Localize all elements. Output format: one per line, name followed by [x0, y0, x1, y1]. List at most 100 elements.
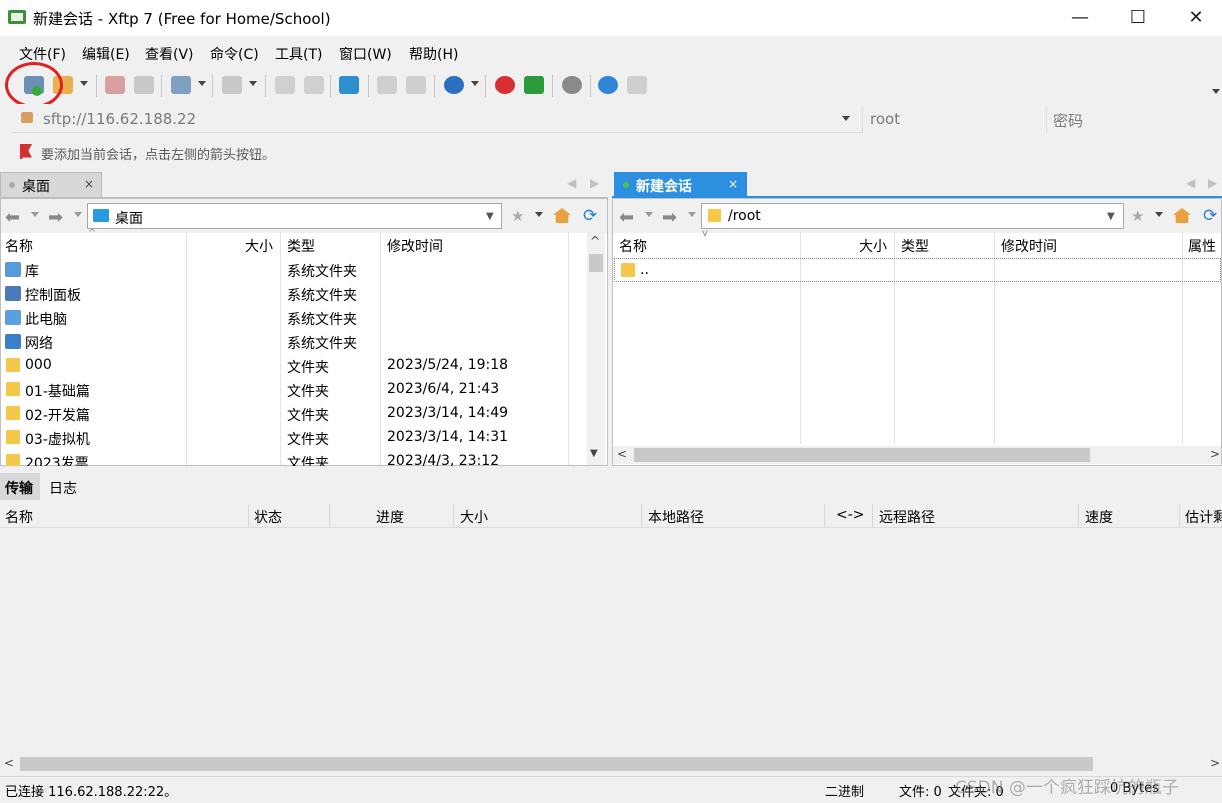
remote-refresh-icon[interactable]: ⟳	[1203, 206, 1217, 226]
transfer-header	[0, 502, 1222, 528]
host-dropdown-icon[interactable]	[842, 116, 850, 121]
help-icon[interactable]	[598, 76, 618, 94]
maximize-button[interactable]: ☐	[1108, 0, 1168, 36]
row-modified: 2023/4/3, 23:12	[387, 453, 500, 466]
remote-back-dropdown-icon[interactable]	[645, 212, 653, 217]
column-divider	[641, 504, 642, 528]
row-name: 网络	[25, 336, 53, 352]
connection-status: 已连接 116.62.188.22:22。	[5, 785, 178, 800]
transfer-col-speed[interactable]: 速度	[1085, 507, 1113, 527]
remote-path-input[interactable]	[701, 203, 1124, 229]
tab-scroll-left-icon[interactable]: ◀	[1186, 176, 1195, 190]
column-divider	[824, 504, 825, 528]
password-placeholder[interactable]: 密码	[1053, 110, 1083, 131]
folder-icon	[6, 430, 20, 444]
scroll-left-icon[interactable]: <	[617, 447, 627, 461]
row-type: 系统文件夹	[287, 312, 357, 328]
tab-new-session-close-icon[interactable]: ×	[728, 177, 738, 191]
row-name: 此电脑	[25, 312, 67, 328]
remote-col-size[interactable]: 大小	[859, 236, 887, 256]
remote-scroll-thumb[interactable]	[634, 448, 1090, 462]
row-type: 系统文件夹	[287, 336, 357, 352]
system-folder-icon	[5, 262, 21, 277]
table-row[interactable]: ..	[614, 258, 1221, 282]
row-modified: 2023/6/4, 21:43	[387, 381, 500, 397]
remote-col-name[interactable]: 名称	[619, 236, 647, 256]
transfer-col-name[interactable]: 名称	[5, 507, 33, 527]
tab-log-label[interactable]: 日志	[49, 478, 77, 498]
row-name: ..	[640, 262, 649, 278]
transfer-col-remote-path[interactable]: 远程路径	[879, 507, 935, 527]
transfer-mode[interactable]: 二进制	[825, 781, 864, 800]
folder-icon	[6, 406, 20, 420]
scroll-up-icon[interactable]: ^	[590, 234, 600, 248]
table-row[interactable]: 控制面板 系统文件夹	[1, 282, 586, 306]
column-divider	[1179, 504, 1180, 528]
folder-icon	[6, 358, 20, 372]
row-type: 文件夹	[287, 360, 329, 376]
tab-transfer-label[interactable]: 传输	[5, 478, 33, 498]
toolbar-separator	[590, 75, 591, 97]
transfer-col-progress[interactable]: 进度	[376, 507, 404, 527]
remote-path-dropdown-icon[interactable]: ▼	[1107, 211, 1115, 222]
close-window-button[interactable]: ✕	[1166, 0, 1222, 36]
system-folder-icon	[5, 310, 21, 325]
transfer-tabs	[0, 472, 1222, 500]
table-row[interactable]: 02-开发篇 文件夹 2023/3/14, 14:49	[1, 402, 586, 426]
folder-icon	[6, 382, 20, 396]
folder-icon	[621, 263, 635, 277]
remote-back-icon[interactable]: ⬅	[619, 207, 634, 228]
remote-col-attributes[interactable]: 属性	[1188, 236, 1216, 256]
transfer-scroll-thumb[interactable]	[20, 757, 1093, 771]
tab-scroll-right-icon[interactable]: ▶	[590, 176, 599, 190]
minimize-button[interactable]: —	[1050, 0, 1110, 36]
chat-icon[interactable]	[627, 76, 647, 94]
row-name: 控制面板	[25, 288, 81, 304]
scroll-right-icon[interactable]: >	[1210, 447, 1220, 461]
table-row[interactable]: 库 系统文件夹	[1, 258, 586, 282]
table-row[interactable]: 03-虚拟机 文件夹 2023/3/14, 14:31	[1, 426, 586, 450]
remote-favorite-icon[interactable]: ★	[1131, 207, 1144, 225]
transfer-list	[0, 528, 1222, 754]
column-divider	[248, 504, 249, 528]
column-divider	[1078, 504, 1079, 528]
system-folder-icon	[5, 334, 21, 349]
transfer-col-local-path[interactable]: 本地路径	[648, 507, 704, 527]
row-type: 文件夹	[287, 408, 329, 424]
tab-new-session-label[interactable]: 新建会话	[636, 176, 692, 196]
tab-scroll-right-icon[interactable]: ▶	[1208, 176, 1217, 190]
table-row[interactable]: 2023发票 文件夹 2023/4/3, 23:12	[1, 450, 586, 466]
scroll-right-icon[interactable]: >	[1210, 756, 1220, 770]
row-name: 2023发票	[25, 456, 89, 466]
column-divider	[329, 504, 330, 528]
transfer-col-eta[interactable]: 估计剩	[1185, 507, 1222, 527]
scroll-left-icon[interactable]: <	[4, 756, 14, 770]
scroll-down-icon[interactable]: ▼	[590, 448, 598, 459]
remote-forward-dropdown-icon[interactable]	[688, 212, 696, 217]
system-folder-icon	[5, 286, 21, 301]
transfer-col-status[interactable]: 状态	[254, 507, 282, 527]
transfer-col-direction[interactable]: <->	[836, 507, 865, 523]
username-placeholder[interactable]: root	[870, 110, 900, 128]
folder-icon	[6, 454, 20, 466]
row-type: 系统文件夹	[287, 264, 357, 280]
remote-forward-icon[interactable]: ➡	[662, 207, 677, 228]
row-name: 库	[25, 264, 39, 280]
row-modified: 2023/3/14, 14:49	[387, 405, 509, 421]
table-row[interactable]: 01-基础篇 文件夹 2023/6/4, 21:43	[1, 378, 586, 402]
column-divider	[453, 504, 454, 528]
column-divider	[872, 504, 873, 528]
table-row[interactable]: 000 文件夹 2023/5/24, 19:18	[1, 354, 586, 378]
table-row[interactable]: 此电脑 系统文件夹	[1, 306, 586, 330]
remote-favorite-dropdown-icon[interactable]	[1155, 212, 1163, 217]
row-name: 03-虚拟机	[25, 432, 90, 448]
table-row[interactable]: 网络 系统文件夹	[1, 330, 586, 354]
toolbar-overflow-icon[interactable]	[1212, 89, 1220, 94]
remote-col-type[interactable]: 类型	[901, 236, 929, 256]
local-scroll-thumb[interactable]	[589, 254, 603, 272]
transfer-col-size[interactable]: 大小	[460, 507, 488, 527]
remote-path-text[interactable]: /root	[728, 208, 761, 224]
row-name: 01-基础篇	[25, 384, 90, 400]
remote-col-modified[interactable]: 修改时间	[1001, 236, 1057, 256]
file-count: 文件: 0	[899, 785, 942, 800]
